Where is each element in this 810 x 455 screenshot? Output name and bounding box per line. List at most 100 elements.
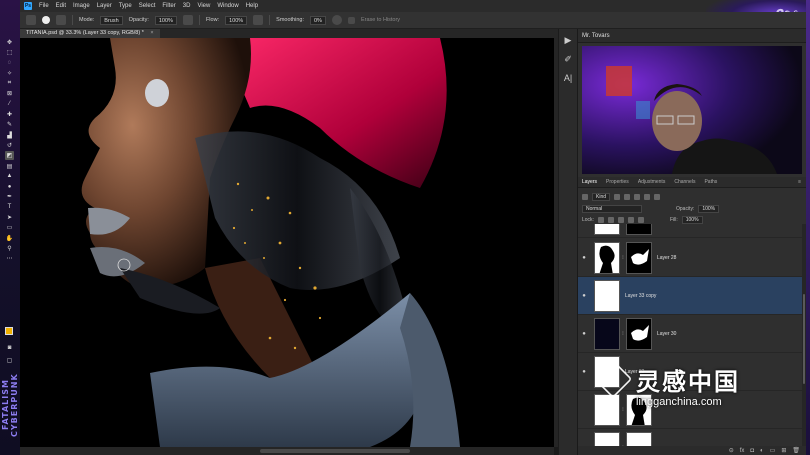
airbrush-icon[interactable] [253, 15, 264, 25]
link-icon[interactable]: ⊝ [729, 447, 734, 454]
fill-field[interactable]: 100% [681, 215, 703, 224]
scrollbar-thumb[interactable] [803, 294, 805, 384]
menu-type[interactable]: Type [119, 3, 132, 9]
layer-filter-select[interactable]: Kind [592, 192, 611, 201]
layer-opacity-field[interactable]: 100% [698, 204, 720, 213]
menu-bar: Ps File Edit Image Layer Type Select Fil… [20, 0, 806, 12]
tab-channels[interactable]: Channels [674, 179, 695, 185]
magic-wand-icon[interactable]: ✧ [5, 69, 14, 78]
play-icon[interactable]: ▶ [563, 35, 574, 46]
visibility-eye-icon[interactable]: ● [578, 293, 590, 299]
layer-row-selected[interactable]: ● Layer 33 copy [578, 277, 802, 315]
canvas-horizontal-scrollbar[interactable] [20, 447, 554, 455]
screen-mode-icon[interactable]: ▢ [5, 356, 14, 365]
layer-row[interactable]: ⁞ [578, 429, 802, 446]
collapsed-panel-dock: ▶ ✐ A| [558, 29, 577, 455]
tab-adjustments[interactable]: Adjustments [638, 179, 666, 185]
layer-row[interactable]: ● ⁞ Layer 28 [578, 239, 802, 277]
dodge-tool-icon[interactable]: ● [5, 182, 14, 191]
character-icon[interactable]: A| [563, 73, 574, 84]
erase-history-checkbox[interactable] [347, 16, 355, 24]
menu-filter[interactable]: Filter [162, 3, 175, 9]
menu-edit[interactable]: Edit [56, 3, 66, 9]
lock-transparency-icon[interactable] [597, 216, 604, 223]
layers-scrollbar[interactable] [802, 224, 806, 446]
smoothing-field[interactable]: 0% [309, 15, 326, 25]
layer-name: Layer 30 [657, 330, 677, 337]
panel-menu-icon[interactable]: ≡ [798, 179, 801, 185]
close-icon[interactable]: × [150, 30, 153, 36]
pressure-opacity-icon[interactable] [182, 15, 193, 25]
brush-settings-icon[interactable]: ✐ [563, 54, 574, 65]
type-tool-icon[interactable]: T [5, 203, 14, 212]
document-tab[interactable]: TITANIA.psd @ 33.3% (Layer 33 copy, RGB/… [20, 29, 160, 38]
gear-icon[interactable] [331, 15, 342, 25]
menu-3d[interactable]: 3D [183, 3, 191, 9]
opacity-field[interactable]: 100% [154, 15, 177, 25]
lock-position-icon[interactable] [617, 216, 624, 223]
frame-tool-icon[interactable]: ⊠ [5, 89, 14, 98]
mask-icon[interactable]: ◘ [750, 448, 754, 454]
visibility-eye-icon[interactable]: ● [578, 331, 590, 337]
menu-help[interactable]: Help [246, 3, 258, 9]
filter-shape-icon[interactable] [644, 193, 651, 200]
layer-row[interactable] [578, 224, 802, 238]
eraser-tool-icon[interactable]: ◩ [5, 151, 14, 161]
quick-mask-icon[interactable]: ◙ [5, 343, 14, 352]
filter-adjust-icon[interactable] [624, 193, 631, 200]
more-tools-icon[interactable]: ⋯ [5, 254, 14, 263]
brush-settings-icon[interactable] [56, 15, 66, 25]
brush-preset-picker[interactable] [42, 16, 50, 24]
tab-properties[interactable]: Properties [606, 179, 629, 185]
new-layer-icon[interactable]: ⊞ [781, 447, 786, 454]
layer-row[interactable]: ● Layer 32 [578, 353, 802, 391]
document-canvas[interactable] [20, 38, 554, 447]
marquee-tool-icon[interactable]: ⬚ [5, 48, 14, 57]
filter-pixel-icon[interactable] [614, 193, 621, 200]
hand-tool-icon[interactable]: ✋ [5, 234, 14, 243]
eraser-tool-icon[interactable] [26, 15, 36, 25]
layer-thumbnail [594, 224, 620, 235]
visibility-eye-icon[interactable]: ● [578, 369, 590, 375]
blend-mode-select[interactable]: Normal [582, 204, 642, 213]
filter-type-icon[interactable] [634, 193, 641, 200]
tab-paths[interactable]: Paths [704, 179, 717, 185]
layer-row[interactable]: ⁞ [578, 391, 802, 429]
history-brush-icon[interactable]: ↺ [5, 141, 14, 150]
adjust-icon[interactable]: ◐ [760, 448, 764, 454]
stamp-tool-icon[interactable]: ▟ [5, 131, 14, 140]
menu-layer[interactable]: Layer [97, 3, 112, 9]
blur-tool-icon[interactable]: ▲ [5, 172, 14, 181]
crop-tool-icon[interactable]: ⌗ [5, 79, 14, 88]
foreground-color-swatch[interactable] [5, 327, 13, 335]
filter-smart-icon[interactable] [654, 193, 661, 200]
layer-row[interactable]: ● ⁞ Layer 30 [578, 315, 802, 353]
menu-window[interactable]: Window [217, 3, 238, 9]
path-select-icon[interactable]: ➤ [5, 213, 14, 222]
flow-field[interactable]: 100% [225, 15, 248, 25]
lock-all-icon[interactable] [637, 216, 644, 223]
trash-icon[interactable]: 🗑 [792, 447, 800, 454]
gradient-tool-icon[interactable]: ▤ [5, 162, 14, 171]
move-tool-icon[interactable]: ✥ [5, 38, 14, 47]
menu-file[interactable]: File [39, 3, 49, 9]
menu-view[interactable]: View [197, 3, 210, 9]
scrollbar-thumb[interactable] [260, 449, 410, 453]
eyedropper-icon[interactable]: ⁄ [5, 100, 14, 109]
mode-select[interactable]: Brush [100, 15, 123, 25]
pen-tool-icon[interactable]: ✒ [5, 192, 14, 201]
lock-artboard-icon[interactable] [627, 216, 634, 223]
menu-image[interactable]: Image [73, 3, 90, 9]
tab-layers[interactable]: Layers [582, 179, 597, 185]
app-logo[interactable]: Ps [24, 2, 32, 10]
shape-tool-icon[interactable]: ▭ [5, 223, 14, 232]
menu-select[interactable]: Select [139, 3, 156, 9]
visibility-eye-icon[interactable]: ● [578, 255, 590, 261]
fx-icon[interactable]: fx [740, 448, 745, 454]
lasso-tool-icon[interactable]: ◌ [5, 59, 14, 68]
lock-pixels-icon[interactable] [607, 216, 614, 223]
healing-brush-icon[interactable]: ✚ [5, 110, 14, 119]
folder-icon[interactable]: ▭ [770, 447, 776, 454]
brush-tool-icon[interactable]: ✎ [5, 120, 14, 129]
zoom-tool-icon[interactable]: ⚲ [5, 244, 14, 253]
